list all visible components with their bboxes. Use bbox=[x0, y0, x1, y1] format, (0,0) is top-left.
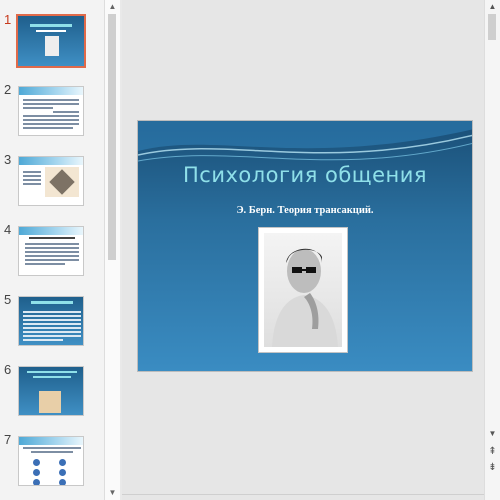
scroll-down-icon[interactable]: ▼ bbox=[487, 428, 498, 440]
canvas-scrollbar[interactable]: ▲ ▼ ⇞ ⇟ bbox=[484, 0, 500, 500]
slide-thumbnail-4[interactable]: 4 bbox=[0, 222, 104, 282]
slide-thumbnail-pane: 1 2 3 4 5 6 7 bbox=[0, 0, 104, 500]
slide-editing-canvas[interactable]: Психология общения Э. Берн. Теория транс… bbox=[122, 0, 484, 500]
canvas-bottom-divider bbox=[122, 494, 484, 495]
portrait-photo bbox=[264, 233, 342, 347]
current-slide[interactable]: Психология общения Э. Берн. Теория транс… bbox=[137, 120, 473, 372]
slide-thumbnail-image[interactable] bbox=[18, 226, 84, 276]
slide-thumbnail-image[interactable] bbox=[18, 366, 84, 416]
slide-thumbnail-image[interactable] bbox=[18, 296, 84, 346]
canvas-scroll-thumb[interactable] bbox=[488, 14, 496, 40]
slide-number: 2 bbox=[4, 82, 12, 97]
slide-thumbnail-image[interactable] bbox=[18, 436, 84, 486]
slide-thumbnail-image[interactable] bbox=[16, 14, 86, 68]
slide-number: 3 bbox=[4, 152, 12, 167]
thumbnail-scroll-thumb[interactable] bbox=[108, 14, 116, 260]
slide-number: 4 bbox=[4, 222, 12, 237]
slide-thumbnail-3[interactable]: 3 bbox=[0, 152, 104, 212]
slide-number: 1 bbox=[4, 12, 12, 27]
slide-thumbnail-5[interactable]: 5 bbox=[0, 292, 104, 352]
slide-subtitle[interactable]: Э. Берн. Теория трансакций. bbox=[138, 205, 472, 216]
slide-number: 5 bbox=[4, 292, 12, 307]
slide-thumbnail-6[interactable]: 6 bbox=[0, 362, 104, 422]
scroll-up-icon[interactable]: ▲ bbox=[108, 2, 117, 11]
slide-thumbnail-2[interactable]: 2 bbox=[0, 82, 104, 142]
slide-number: 6 bbox=[4, 362, 12, 377]
next-slide-icon[interactable]: ⇟ bbox=[487, 462, 498, 474]
scroll-up-icon[interactable]: ▲ bbox=[487, 1, 498, 13]
slide-thumbnail-7[interactable]: 7 bbox=[0, 432, 104, 492]
portrait-image-frame[interactable] bbox=[258, 227, 348, 353]
slide-thumbnail-image[interactable] bbox=[18, 156, 84, 206]
scroll-down-icon[interactable]: ▼ bbox=[108, 488, 117, 497]
slide-thumbnail-1[interactable]: 1 bbox=[0, 12, 104, 72]
previous-slide-icon[interactable]: ⇞ bbox=[487, 446, 498, 458]
slide-title[interactable]: Психология общения bbox=[138, 163, 472, 187]
thumbnail-scrollbar[interactable]: ▲ ▼ bbox=[104, 0, 120, 500]
slide-thumbnail-image[interactable] bbox=[18, 86, 84, 136]
slide-number: 7 bbox=[4, 432, 12, 447]
